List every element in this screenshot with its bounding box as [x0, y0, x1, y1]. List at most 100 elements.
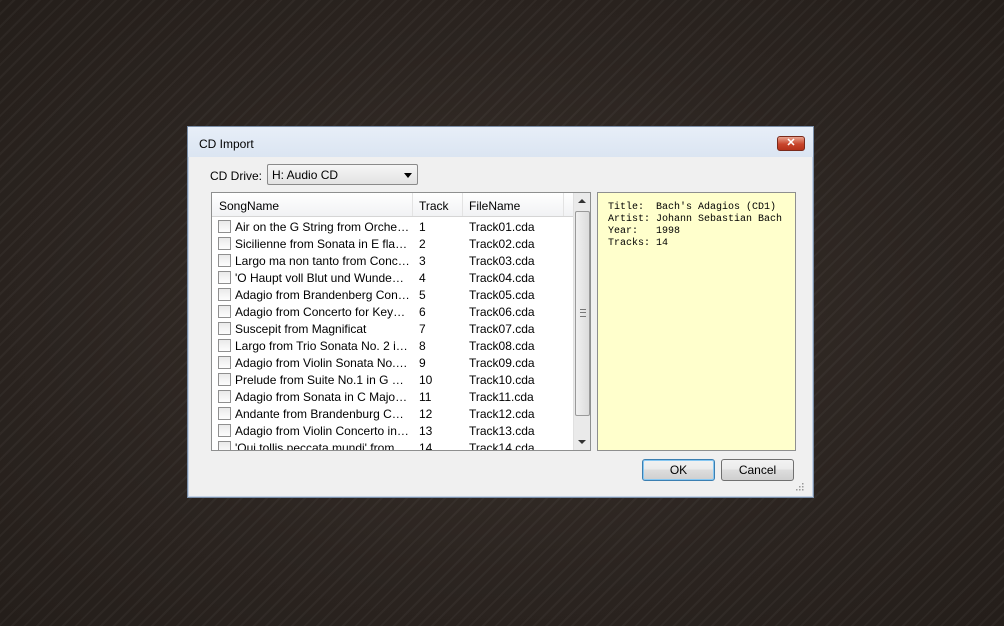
track-checkbox[interactable] [218, 322, 231, 335]
song-name: Adagio from Sonata in C Major for Flute [235, 390, 410, 404]
list-item[interactable]: Air on the G String from Orchestral Suit… [212, 218, 574, 235]
track-number: 10 [419, 373, 459, 387]
file-name: Track06.cda [469, 305, 569, 319]
cancel-button[interactable]: Cancel [721, 459, 794, 481]
track-list: SongName Track FileName Air on the G Str… [211, 192, 591, 451]
track-checkbox[interactable] [218, 339, 231, 352]
track-number: 4 [419, 271, 459, 285]
track-number: 8 [419, 339, 459, 353]
track-number: 12 [419, 407, 459, 421]
column-header-songname[interactable]: SongName [219, 199, 279, 213]
track-checkbox[interactable] [218, 288, 231, 301]
vertical-scrollbar[interactable] [573, 193, 590, 450]
song-name: Sicilienne from Sonata in E flat major [235, 237, 410, 251]
ok-button[interactable]: OK [642, 459, 715, 481]
list-item[interactable]: Adagio from Sonata in C Major for Flute 1… [212, 388, 574, 405]
info-tracks: Tracks: 14 [608, 238, 795, 250]
file-name: Track04.cda [469, 271, 569, 285]
list-item[interactable]: Suscepit from Magnificat 7 Track07.cda [212, 320, 574, 337]
cd-import-dialog: CD Import ✕ CD Drive: H: Audio CD SongNa… [187, 126, 814, 498]
list-item[interactable]: Largo ma non tanto from Concerto for Two… [212, 252, 574, 269]
list-item[interactable]: Adagio from Violin Sonata No. 4 in C min… [212, 354, 574, 371]
track-number: 1 [419, 220, 459, 234]
column-divider[interactable] [462, 193, 463, 216]
song-name: Adagio from Violin Concerto in E major [235, 424, 410, 438]
song-name: Air on the G String from Orchestral Suit… [235, 220, 410, 234]
track-checkbox[interactable] [218, 390, 231, 403]
song-name: Adagio from Violin Sonata No. 4 in C min… [235, 356, 410, 370]
song-name: 'Qui tollis peccata mundi' from Mass in … [235, 441, 410, 451]
list-item[interactable]: Largo from Trio Sonata No. 2 in C minor 8… [212, 337, 574, 354]
track-checkbox[interactable] [218, 356, 231, 369]
info-year: Year: 1998 [608, 226, 795, 238]
list-item[interactable]: Andante from Brandenburg Concerto No. 2 1… [212, 405, 574, 422]
song-name: Adagio from Concerto for Keyboard No. 1 [235, 305, 410, 319]
cd-drive-label: CD Drive: [210, 169, 262, 183]
chevron-down-icon [404, 173, 412, 178]
grip-icon [580, 309, 586, 317]
info-title: Title: Bach's Adagios (CD1) [608, 202, 795, 214]
track-number: 6 [419, 305, 459, 319]
song-name: Largo from Trio Sonata No. 2 in C minor [235, 339, 410, 353]
file-name: Track08.cda [469, 339, 569, 353]
column-divider[interactable] [412, 193, 413, 216]
list-item[interactable]: Adagio from Concerto for Keyboard No. 1 6… [212, 303, 574, 320]
close-button[interactable]: ✕ [777, 136, 805, 151]
list-item[interactable]: 'Qui tollis peccata mundi' from Mass in … [212, 439, 574, 451]
track-number: 14 [419, 441, 459, 451]
file-name: Track03.cda [469, 254, 569, 268]
list-item[interactable]: Prelude from Suite No.1 in G major for C… [212, 371, 574, 388]
song-name: Largo ma non tanto from Concerto for Two… [235, 254, 410, 268]
file-name: Track07.cda [469, 322, 569, 336]
list-item[interactable]: Adagio from Brandenberg Concerto No. 1 5T… [212, 286, 574, 303]
file-name: Track05.cda [469, 288, 569, 302]
file-name: Track01.cda [469, 220, 569, 234]
track-checkbox[interactable] [218, 237, 231, 250]
info-artist: Artist: Johann Sebastian Bach [608, 214, 795, 226]
song-name: Adagio from Brandenberg Concerto No. 1 [235, 288, 410, 302]
track-number: 9 [419, 356, 459, 370]
scroll-up-arrow-icon[interactable] [574, 193, 590, 210]
resize-grip-icon[interactable] [794, 481, 804, 491]
track-number: 13 [419, 424, 459, 438]
track-checkbox[interactable] [218, 305, 231, 318]
file-name: Track12.cda [469, 407, 569, 421]
file-name: Track09.cda [469, 356, 569, 370]
cd-drive-value: H: Audio CD [272, 168, 338, 182]
scrollbar-thumb[interactable] [575, 211, 590, 416]
album-info-panel: Title: Bach's Adagios (CD1) Artist: Joha… [597, 192, 796, 451]
list-header: SongName Track FileName [212, 193, 574, 217]
scroll-down-arrow-icon[interactable] [574, 433, 590, 450]
column-header-filename[interactable]: FileName [469, 199, 520, 213]
track-number: 11 [419, 390, 459, 404]
column-header-track[interactable]: Track [419, 199, 449, 213]
column-divider[interactable] [563, 193, 564, 216]
song-name: Prelude from Suite No.1 in G major for C… [235, 373, 410, 387]
list-item[interactable]: Adagio from Violin Concerto in E major 13… [212, 422, 574, 439]
file-name: Track02.cda [469, 237, 569, 251]
track-checkbox[interactable] [218, 220, 231, 233]
song-name: 'O Haupt voll Blut und Wunden' from St. … [235, 271, 410, 285]
track-checkbox[interactable] [218, 407, 231, 420]
file-name: Track13.cda [469, 424, 569, 438]
track-checkbox[interactable] [218, 441, 231, 451]
dialog-title: CD Import [199, 137, 254, 151]
track-checkbox[interactable] [218, 271, 231, 284]
cd-drive-dropdown[interactable]: H: Audio CD [267, 164, 418, 185]
dialog-body: CD Drive: H: Audio CD SongName Track Fil… [195, 157, 806, 493]
track-number: 7 [419, 322, 459, 336]
list-item[interactable]: 'O Haupt voll Blut und Wunden' from St. … [212, 269, 574, 286]
file-name: Track10.cda [469, 373, 569, 387]
file-name: Track14.cda [469, 441, 569, 451]
track-checkbox[interactable] [218, 424, 231, 437]
title-bar[interactable]: CD Import ✕ [188, 127, 813, 157]
song-name: Andante from Brandenburg Concerto No. 2 [235, 407, 410, 421]
list-item[interactable]: Sicilienne from Sonata in E flat major 2T… [212, 235, 574, 252]
track-checkbox[interactable] [218, 254, 231, 267]
track-number: 5 [419, 288, 459, 302]
track-checkbox[interactable] [218, 373, 231, 386]
track-number: 2 [419, 237, 459, 251]
track-number: 3 [419, 254, 459, 268]
song-name: Suscepit from Magnificat [235, 322, 410, 336]
file-name: Track11.cda [469, 390, 569, 404]
